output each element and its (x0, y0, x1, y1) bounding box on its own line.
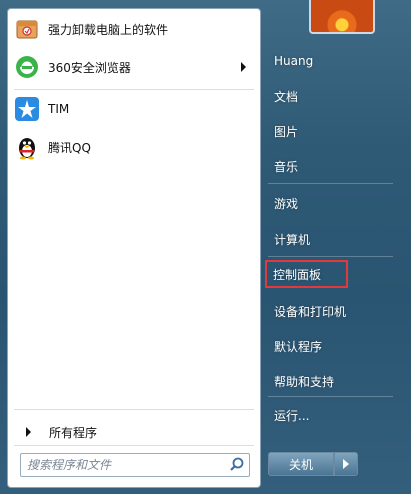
right-menu-music[interactable]: 音乐 (267, 153, 394, 179)
right-menu-run[interactable]: 运行... (267, 402, 394, 428)
shutdown-button[interactable]: 关机 (268, 452, 334, 476)
right-menu-default-programs[interactable]: 默认程序 (267, 333, 394, 359)
menu-label: 文档 (274, 89, 299, 104)
uninstaller-box-icon (14, 16, 40, 42)
program-label: TIM (48, 102, 70, 116)
program-item-tim[interactable]: TIM (14, 93, 252, 125)
separator (268, 256, 393, 257)
shutdown-options-button[interactable] (334, 452, 358, 476)
menu-label: 控制面板 (273, 267, 322, 282)
separator (14, 89, 254, 90)
search-box[interactable] (20, 453, 250, 477)
separator (268, 396, 393, 397)
right-menu-computer[interactable]: 计算机 (267, 226, 394, 252)
chevron-right-icon (343, 459, 349, 469)
menu-label: 音乐 (274, 159, 299, 174)
program-label: 强力卸载电脑上的软件 (48, 22, 169, 37)
menu-label: 设备和打印机 (274, 304, 347, 319)
submenu-arrow-icon[interactable] (241, 62, 246, 72)
right-menu-games[interactable]: 游戏 (267, 190, 394, 216)
menu-label: 游戏 (274, 196, 299, 211)
program-label: 360安全浏览器 (48, 60, 131, 75)
right-menu-help-support[interactable]: 帮助和支持 (267, 368, 394, 394)
menu-label: 默认程序 (274, 339, 323, 354)
menu-label: 帮助和支持 (274, 374, 335, 389)
right-menu-user-folder[interactable]: Huang (267, 48, 394, 74)
separator (14, 409, 254, 410)
menu-label: Huang (274, 54, 314, 68)
360-browser-icon (14, 54, 40, 80)
right-menu-control-panel[interactable]: 控制面板 (265, 260, 348, 288)
program-item-uninstaller[interactable]: 强力卸载电脑上的软件 (14, 13, 252, 45)
menu-label: 计算机 (274, 232, 311, 247)
separator (268, 183, 393, 184)
menu-label: 运行... (274, 408, 310, 423)
separator (14, 445, 254, 446)
expand-arrow-icon (26, 427, 31, 437)
user-avatar[interactable] (309, 0, 375, 34)
search-input[interactable] (25, 456, 225, 474)
right-menu-documents[interactable]: 文档 (267, 83, 394, 109)
tim-star-icon (14, 96, 40, 122)
search-icon[interactable] (228, 456, 246, 474)
program-item-qq[interactable]: 腾讯QQ (14, 131, 252, 163)
all-programs-button[interactable]: 所有程序 (16, 420, 252, 444)
all-programs-label: 所有程序 (49, 425, 98, 440)
right-menu-devices-printers[interactable]: 设备和打印机 (267, 298, 394, 324)
program-label: 腾讯QQ (48, 140, 91, 155)
right-menu-pictures[interactable]: 图片 (267, 118, 394, 144)
shutdown-label: 关机 (288, 457, 313, 472)
menu-label: 图片 (274, 124, 299, 139)
start-menu-programs-pane: 强力卸载电脑上的软件 360安全浏览器 TIM 腾讯QQ 所有程序 搜索程序和文… (7, 8, 261, 488)
qq-penguin-icon (14, 134, 40, 160)
program-item-360-browser[interactable]: 360安全浏览器 (14, 51, 252, 83)
